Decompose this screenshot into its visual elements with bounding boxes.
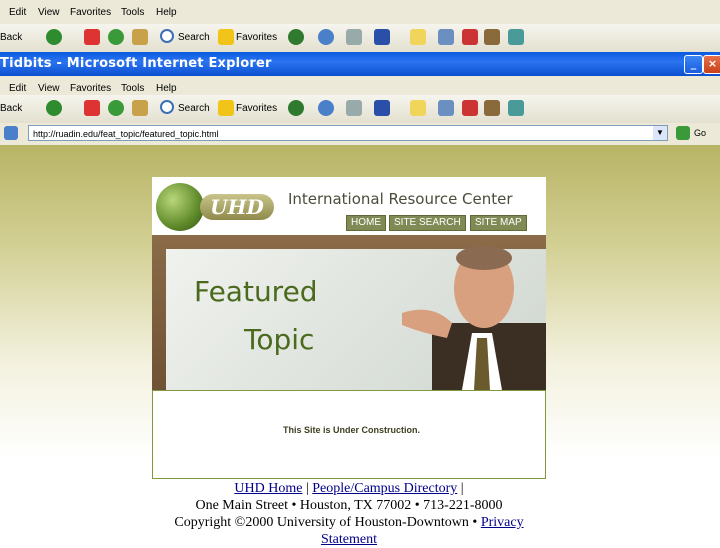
print-icon[interactable] xyxy=(346,100,362,116)
uhd-home-link[interactable]: UHD Home xyxy=(234,481,302,496)
address-bar: http://ruadin.edu/feat_topic/featured_to… xyxy=(0,123,720,146)
site-footer: UHD Home | People/Campus Directory | One… xyxy=(152,480,546,548)
menu-view[interactable]: View xyxy=(38,83,60,94)
print-icon[interactable] xyxy=(346,29,362,45)
footer-copyright: Copyright ©2000 University of Houston-Do… xyxy=(174,515,478,530)
toolbar: Back Search Favorites xyxy=(0,95,720,124)
nav-site-map[interactable]: SITE MAP xyxy=(470,215,527,231)
page-icon xyxy=(4,126,18,140)
back-button[interactable]: Back xyxy=(0,32,22,43)
discuss-icon[interactable] xyxy=(410,29,426,45)
forward-icon[interactable] xyxy=(46,29,62,45)
favorites-button[interactable]: Favorites xyxy=(236,103,277,114)
favorites-star-icon[interactable] xyxy=(218,100,234,116)
edit-icon[interactable] xyxy=(374,100,390,116)
tools-icon[interactable] xyxy=(484,100,500,116)
address-input[interactable]: http://ruadin.edu/feat_topic/featured_to… xyxy=(28,125,668,141)
search-button[interactable]: Search xyxy=(178,32,210,43)
uhd-logo[interactable]: UHD xyxy=(200,194,274,220)
research-icon[interactable] xyxy=(462,100,478,116)
stop-icon[interactable] xyxy=(84,100,100,116)
title-bar: Tidbits - Microsoft Internet Explorer _ … xyxy=(0,52,720,76)
messenger-icon[interactable] xyxy=(438,100,454,116)
site-container: UHD International Resource Center HOME S… xyxy=(152,177,546,479)
refresh-icon[interactable] xyxy=(108,29,124,45)
favorites-star-icon[interactable] xyxy=(218,29,234,45)
construction-panel: This Site is Under Construction. xyxy=(152,390,546,479)
go-arrow-icon[interactable] xyxy=(676,126,690,140)
footer-separator: | xyxy=(305,481,309,496)
menu-edit[interactable]: Edit xyxy=(9,7,26,18)
home-icon[interactable] xyxy=(132,100,148,116)
top-toolbar: Back Search Favorites xyxy=(0,24,720,53)
history-icon[interactable] xyxy=(288,29,304,45)
menu-tools[interactable]: Tools xyxy=(121,7,144,18)
address-dropdown-icon[interactable]: ▼ xyxy=(653,126,667,140)
address-text: http://ruadin.edu/feat_topic/featured_to… xyxy=(33,129,219,139)
menu-help[interactable]: Help xyxy=(156,7,177,18)
minimize-button[interactable]: _ xyxy=(684,55,703,74)
footer-separator: | xyxy=(460,481,464,496)
go-button[interactable]: Go xyxy=(694,128,706,138)
menu-help[interactable]: Help xyxy=(156,83,177,94)
directory-link[interactable]: People/Campus Directory xyxy=(312,481,457,496)
menu-edit[interactable]: Edit xyxy=(9,83,26,94)
home-icon[interactable] xyxy=(132,29,148,45)
menu-favorites[interactable]: Favorites xyxy=(70,83,111,94)
nav-home[interactable]: HOME xyxy=(346,215,386,231)
mail-icon[interactable] xyxy=(318,100,334,116)
search-button[interactable]: Search xyxy=(178,103,210,114)
nav-site-search[interactable]: SITE SEARCH xyxy=(389,215,466,231)
construction-notice: This Site is Under Construction. xyxy=(283,425,421,435)
refresh-icon[interactable] xyxy=(108,100,124,116)
hero-text-topic: Topic xyxy=(244,323,315,356)
privacy-link[interactable]: Privacy xyxy=(481,515,524,530)
mail-icon[interactable] xyxy=(318,29,334,45)
site-title: International Resource Center xyxy=(288,190,513,208)
search-icon[interactable] xyxy=(160,29,174,43)
footer-address: One Main Street • Houston, TX 77002 • 71… xyxy=(195,498,503,513)
discuss-icon[interactable] xyxy=(410,100,426,116)
back-button[interactable]: Back xyxy=(0,103,22,114)
search-icon[interactable] xyxy=(160,100,174,114)
menu-favorites[interactable]: Favorites xyxy=(70,7,111,18)
forward-icon[interactable] xyxy=(46,100,62,116)
site-header: UHD International Resource Center HOME S… xyxy=(152,177,546,235)
featured-banner: Featured Topic xyxy=(152,235,546,394)
tools-icon[interactable] xyxy=(484,29,500,45)
hero-text-featured: Featured xyxy=(194,275,318,308)
globe-logo-icon xyxy=(156,183,204,231)
menu-view[interactable]: View xyxy=(38,7,60,18)
history-icon[interactable] xyxy=(288,100,304,116)
research-icon[interactable] xyxy=(462,29,478,45)
users-icon[interactable] xyxy=(508,29,524,45)
window-title: Tidbits - Microsoft Internet Explorer xyxy=(0,56,272,71)
edit-icon[interactable] xyxy=(374,29,390,45)
messenger-icon[interactable] xyxy=(438,29,454,45)
stop-icon[interactable] xyxy=(84,29,100,45)
presenter-image xyxy=(402,246,546,390)
favorites-button[interactable]: Favorites xyxy=(236,32,277,43)
close-button[interactable]: × xyxy=(703,55,720,74)
users-icon[interactable] xyxy=(508,100,524,116)
top-menubar: Edit View Favorites Tools Help xyxy=(0,0,720,24)
menu-tools[interactable]: Tools xyxy=(121,83,144,94)
